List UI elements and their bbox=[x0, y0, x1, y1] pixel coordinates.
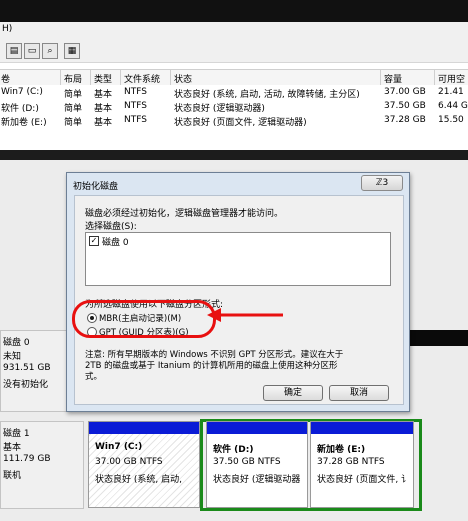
volume-type: 基本 bbox=[94, 90, 113, 100]
volume-type: 基本 bbox=[94, 118, 113, 128]
table-row[interactable]: Win7 (C:) 简单 基本 NTFS 状态良好 (系统, 启动, 活动, 故… bbox=[0, 86, 468, 100]
disk-1-size: 111.79 GB bbox=[3, 454, 51, 464]
menu-bar: H) bbox=[0, 22, 468, 38]
col-status[interactable]: 状态 bbox=[174, 72, 192, 85]
dialog-title: 初始化磁盘 bbox=[73, 182, 119, 192]
volume-layout: 简单 bbox=[64, 104, 83, 114]
col-capacity[interactable]: 容量 bbox=[384, 72, 402, 85]
partition-status: 状态良好 (系统, 启动, bbox=[95, 475, 182, 485]
partition-c[interactable]: Win7 (C:) 37.00 GB NTFS 状态良好 (系统, 启动, bbox=[88, 421, 200, 508]
partition-size: 37.28 GB NTFS bbox=[317, 457, 385, 467]
partition-band bbox=[207, 422, 307, 434]
properties-icon[interactable]: ▤ bbox=[6, 43, 22, 59]
disk-0-kind: 未知 bbox=[3, 352, 22, 362]
toolbar: ▤ ▭ ⌕ ▦ bbox=[0, 38, 468, 63]
partition-name: 新加卷 (E:) bbox=[317, 445, 366, 455]
divider bbox=[0, 150, 468, 160]
volume-name: 新加卷 (E:) bbox=[1, 118, 47, 128]
search-icon[interactable]: ⌕ bbox=[42, 43, 58, 59]
partition-e[interactable]: 新加卷 (E:) 37.28 GB NTFS 状态良好 (页面文件, 讠 bbox=[310, 421, 414, 508]
help-icon[interactable]: ▦ bbox=[64, 43, 80, 59]
volume-list: Win7 (C:) 简单 基本 NTFS 状态良好 (系统, 启动, 活动, 故… bbox=[0, 85, 468, 150]
volume-name: 软件 (D:) bbox=[1, 104, 39, 114]
title-bar-dark bbox=[0, 0, 468, 22]
partition-size: 37.00 GB NTFS bbox=[95, 457, 163, 467]
col-layout[interactable]: 布局 bbox=[64, 72, 82, 85]
disk-1-kind: 基本 bbox=[3, 443, 22, 453]
volume-name: Win7 (C:) bbox=[1, 87, 43, 97]
initialize-disk-dialog: 初始化磁盘 ℤ3 磁盘必须经过初始化，逻辑磁盘管理器才能访问。 选择磁盘(S):… bbox=[66, 172, 410, 412]
disk-0-state: 没有初始化 bbox=[3, 380, 49, 390]
partition-band bbox=[311, 422, 413, 434]
select-disk-label: 选择磁盘(S): bbox=[85, 222, 137, 232]
col-free[interactable]: 可用空 bbox=[438, 72, 465, 85]
disk-1-label[interactable]: 磁盘 1 基本 111.79 GB 联机 bbox=[0, 421, 84, 509]
note-line-2: 2TB 的磁盘或基于 Itanium 的计算机所用的磁盘上使用这种分区形 bbox=[85, 361, 338, 371]
volume-free: 21.41 bbox=[438, 87, 464, 97]
volume-type: 基本 bbox=[94, 104, 113, 114]
volume-status: 状态良好 (页面文件, 逻辑驱动器) bbox=[174, 118, 307, 128]
partition-size: 37.50 GB NTFS bbox=[213, 457, 281, 467]
dialog-intro: 磁盘必须经过初始化，逻辑磁盘管理器才能访问。 bbox=[85, 209, 284, 219]
col-filesystem[interactable]: 文件系统 bbox=[124, 72, 160, 85]
volume-fs: NTFS bbox=[124, 115, 147, 125]
col-volume[interactable]: 卷 bbox=[1, 72, 10, 85]
table-row[interactable]: 软件 (D:) 简单 基本 NTFS 状态良好 (逻辑驱动器) 37.50 GB… bbox=[0, 100, 468, 114]
partition-d[interactable]: 软件 (D:) 37.50 GB NTFS 状态良好 (逻辑驱动器 bbox=[206, 421, 308, 508]
close-button[interactable]: ℤ3 bbox=[361, 175, 403, 191]
menu-item-partial[interactable]: H) bbox=[2, 24, 12, 34]
volume-fs: NTFS bbox=[124, 87, 147, 97]
annotation-arrow-icon bbox=[207, 308, 283, 322]
partition-name: Win7 (C:) bbox=[95, 442, 143, 452]
ok-button[interactable]: 确定 bbox=[263, 385, 323, 401]
volume-status: 状态良好 (逻辑驱动器) bbox=[174, 104, 265, 114]
annotation-oval bbox=[72, 300, 216, 338]
partition-status: 状态良好 (页面文件, 讠 bbox=[317, 475, 411, 485]
disk-listbox[interactable]: ✓ 磁盘 0 bbox=[85, 232, 391, 286]
cancel-button[interactable]: 取消 bbox=[329, 385, 389, 401]
disk-0-name: 磁盘 0 bbox=[3, 338, 30, 348]
disk-item-label: 磁盘 0 bbox=[102, 238, 129, 248]
partition-band bbox=[89, 422, 199, 434]
volume-capacity: 37.28 GB bbox=[384, 115, 426, 125]
volume-capacity: 37.00 GB bbox=[384, 87, 426, 97]
col-type[interactable]: 类型 bbox=[94, 72, 112, 85]
partition-name: 软件 (D:) bbox=[213, 445, 254, 455]
volume-fs: NTFS bbox=[124, 101, 147, 111]
table-row[interactable]: 新加卷 (E:) 简单 基本 NTFS 状态良好 (页面文件, 逻辑驱动器) 3… bbox=[0, 114, 468, 128]
open-folder-icon[interactable]: ▭ bbox=[24, 43, 40, 59]
volume-free: 6.44 G bbox=[438, 101, 468, 111]
volume-status: 状态良好 (系统, 启动, 活动, 故障转储, 主分区) bbox=[174, 90, 360, 100]
volume-layout: 简单 bbox=[64, 90, 83, 100]
disk-1-state: 联机 bbox=[3, 471, 22, 481]
disk-checkbox[interactable]: ✓ bbox=[89, 236, 99, 246]
partition-status: 状态良好 (逻辑驱动器 bbox=[213, 475, 301, 485]
disk-1-name: 磁盘 1 bbox=[3, 429, 30, 439]
volume-layout: 简单 bbox=[64, 118, 83, 128]
disk-0-size: 931.51 GB bbox=[3, 363, 51, 373]
volume-free: 15.50 bbox=[438, 115, 464, 125]
note-line-3: 式。 bbox=[85, 372, 103, 382]
volume-capacity: 37.50 GB bbox=[384, 101, 426, 111]
